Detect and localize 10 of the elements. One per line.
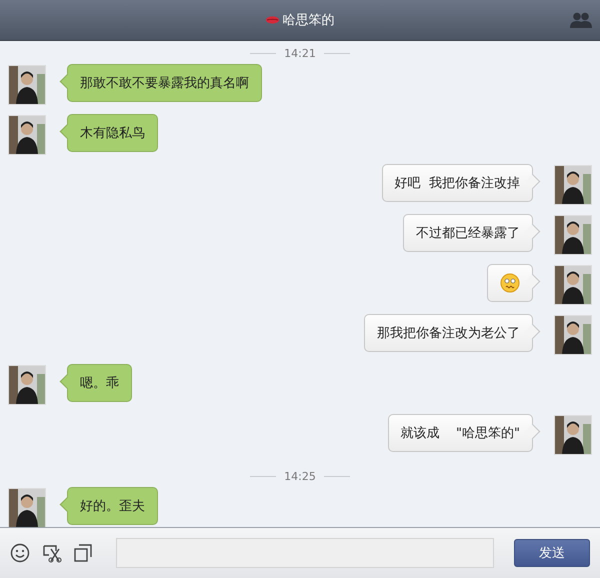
lips-icon [266, 16, 278, 24]
timestamp: 14:25 [284, 470, 316, 483]
send-button[interactable]: 发送 [514, 539, 590, 567]
scissors-icon[interactable] [42, 543, 62, 563]
message-input[interactable] [116, 538, 494, 568]
copy-icon[interactable] [74, 544, 92, 562]
smiley-icon[interactable] [10, 543, 30, 563]
timestamp: 14:21 [284, 47, 316, 60]
chat-title: 哈思笨的 [282, 12, 334, 29]
worried-face-icon [500, 273, 520, 293]
